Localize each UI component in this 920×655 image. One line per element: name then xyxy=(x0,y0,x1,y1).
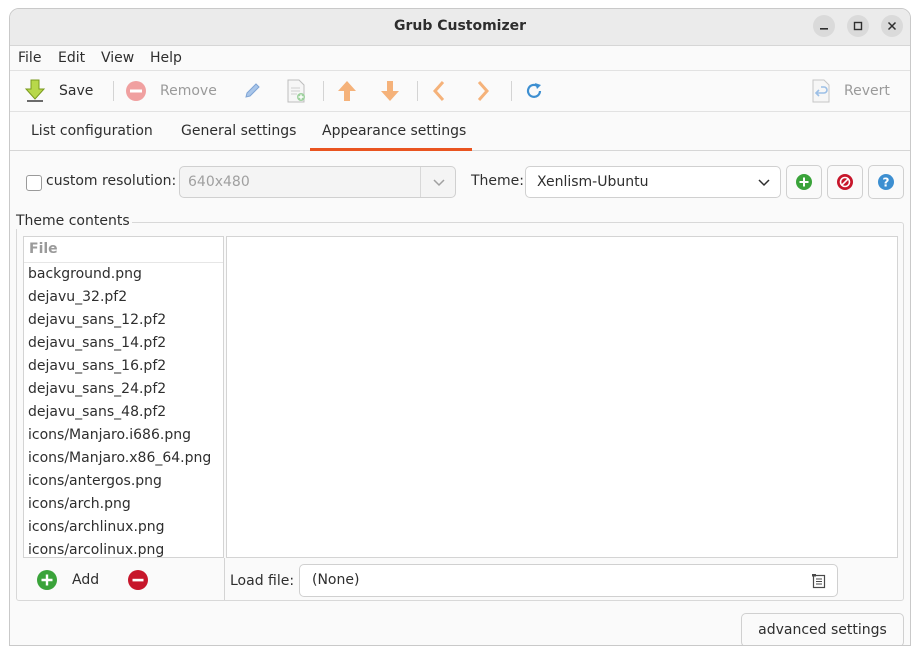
title-bar[interactable]: Grub Customizer xyxy=(10,9,910,46)
theme-value: Xenlism-Ubuntu xyxy=(537,174,649,190)
move-up-button[interactable] xyxy=(336,79,358,103)
main-window: Grub Customizer File Edit View Help Save xyxy=(9,8,911,646)
theme-combo[interactable]: Xenlism-Ubuntu xyxy=(525,166,781,198)
maximize-button[interactable] xyxy=(847,15,869,37)
remove-icon xyxy=(128,570,148,590)
appearance-settings-panel: custom resolution: 640x480 Theme: Xenlis… xyxy=(10,151,910,645)
menu-edit[interactable]: Edit xyxy=(58,50,85,66)
load-file-label: Load file: xyxy=(230,573,295,589)
add-file-button[interactable]: Add xyxy=(36,569,99,591)
save-icon xyxy=(24,79,46,102)
list-item[interactable]: icons/Manjaro.i686.png xyxy=(24,424,223,447)
list-item[interactable]: dejavu_sans_48.pf2 xyxy=(24,401,223,424)
combo-separator xyxy=(420,167,421,197)
move-left-button[interactable] xyxy=(431,79,447,103)
pencil-icon xyxy=(245,83,260,98)
minimize-button[interactable] xyxy=(813,15,835,37)
revert-icon xyxy=(812,79,830,103)
menu-help[interactable]: Help xyxy=(150,50,182,66)
save-button[interactable]: Save xyxy=(24,79,93,103)
minimize-icon xyxy=(820,28,828,30)
toolbar-separator xyxy=(511,81,512,101)
list-item[interactable]: dejavu_sans_12.pf2 xyxy=(24,309,223,332)
file-actions: Add xyxy=(16,558,224,601)
toolbar: Save Remove Revert xyxy=(10,71,910,112)
custom-resolution-label[interactable]: custom resolution: xyxy=(46,173,176,189)
arrow-up-icon xyxy=(338,81,356,101)
tab-list-configuration[interactable]: List configuration xyxy=(31,123,153,139)
chevron-down-icon xyxy=(433,179,445,187)
add-icon xyxy=(37,570,57,590)
svg-text:?: ? xyxy=(883,176,890,190)
resolution-value: 640x480 xyxy=(188,174,250,190)
list-item[interactable]: icons/arch.png xyxy=(24,493,223,516)
new-entry-button[interactable] xyxy=(285,79,307,103)
revert-button[interactable]: Revert xyxy=(810,79,890,103)
add-file-label: Add xyxy=(72,572,100,588)
toolbar-separator xyxy=(417,81,418,101)
list-item[interactable]: dejavu_32.pf2 xyxy=(24,286,223,309)
file-browse-icon[interactable] xyxy=(811,573,827,589)
chevron-left-icon xyxy=(432,81,445,101)
menu-bar: File Edit View Help xyxy=(10,46,910,71)
toolbar-separator xyxy=(113,81,114,101)
list-item[interactable]: dejavu_sans_14.pf2 xyxy=(24,332,223,355)
reload-button[interactable] xyxy=(524,79,544,103)
move-right-button[interactable] xyxy=(475,79,491,103)
file-preview-area xyxy=(226,236,898,558)
tab-general-settings[interactable]: General settings xyxy=(181,123,296,139)
remove-button[interactable]: Remove xyxy=(125,79,217,103)
theme-label: Theme: xyxy=(471,173,525,189)
vertical-separator xyxy=(224,558,225,600)
menu-view[interactable]: View xyxy=(101,50,134,66)
add-theme-button[interactable] xyxy=(786,165,822,199)
add-icon xyxy=(796,174,812,190)
refresh-icon xyxy=(526,83,542,98)
file-column-header[interactable]: File xyxy=(24,237,223,263)
list-item[interactable]: dejavu_sans_24.pf2 xyxy=(24,378,223,401)
advanced-settings-button[interactable]: advanced settings xyxy=(741,613,904,645)
chevron-down-icon xyxy=(758,179,770,187)
close-icon xyxy=(887,21,897,31)
list-item[interactable]: icons/antergos.png xyxy=(24,470,223,493)
maximize-icon xyxy=(853,21,863,31)
tab-appearance-settings[interactable]: Appearance settings xyxy=(322,123,466,139)
chevron-right-icon xyxy=(477,81,490,101)
save-label: Save xyxy=(59,83,94,99)
help-icon: ? xyxy=(878,174,894,190)
arrow-down-icon xyxy=(381,81,399,101)
delete-icon xyxy=(837,174,853,190)
toolbar-separator xyxy=(323,81,324,101)
remove-label: Remove xyxy=(160,83,217,99)
remove-icon xyxy=(126,81,146,101)
theme-file-list[interactable]: File background.png dejavu_32.pf2 dejavu… xyxy=(23,236,224,558)
remove-theme-button[interactable] xyxy=(827,165,863,199)
list-item[interactable]: dejavu_sans_16.pf2 xyxy=(24,355,223,378)
tab-bar: List configuration General settings Appe… xyxy=(10,112,910,151)
theme-help-button[interactable]: ? xyxy=(868,165,904,199)
load-file-input[interactable] xyxy=(310,571,794,589)
remove-file-button[interactable] xyxy=(127,569,149,595)
list-item[interactable]: background.png xyxy=(24,263,223,286)
revert-label: Revert xyxy=(844,83,890,99)
load-file-field[interactable] xyxy=(299,564,838,597)
list-item[interactable]: icons/Manjaro.x86_64.png xyxy=(24,447,223,470)
move-down-button[interactable] xyxy=(379,79,401,103)
close-button[interactable] xyxy=(881,15,903,37)
list-item[interactable]: icons/arcolinux.png xyxy=(24,539,223,557)
resolution-combo[interactable]: 640x480 xyxy=(179,166,456,198)
theme-contents-label: Theme contents xyxy=(16,213,132,229)
menu-file[interactable]: File xyxy=(18,50,41,66)
new-document-icon xyxy=(287,79,305,103)
window-title: Grub Customizer xyxy=(393,18,527,34)
edit-button[interactable] xyxy=(242,79,262,103)
custom-resolution-checkbox[interactable] xyxy=(26,175,42,191)
list-item[interactable]: icons/archlinux.png xyxy=(24,516,223,539)
